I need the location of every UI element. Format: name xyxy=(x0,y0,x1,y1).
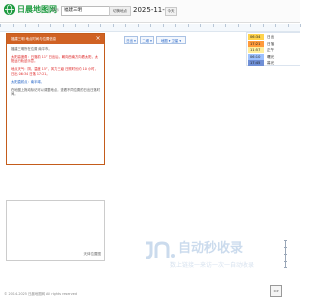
timeline-tick xyxy=(275,24,276,27)
timeline-tick xyxy=(262,24,264,27)
zoom-scale[interactable] xyxy=(284,240,287,268)
place-input[interactable]: 福建三明 xyxy=(61,6,110,16)
close-icon[interactable]: × xyxy=(94,34,102,44)
panel-paragraph: 福建三明所在位置 南平市。 xyxy=(11,47,52,51)
timeline-tick xyxy=(212,24,214,27)
timeline-tick xyxy=(162,24,164,27)
legend-time: 06:34 xyxy=(248,34,264,40)
sun-time-legend: 06:34 日出 17:21 日落 11:57 正午 06:10 曙光 17:4… xyxy=(246,32,300,66)
minimap-label: 天体位置图 xyxy=(83,252,102,256)
legend-row: 06:34 日出 xyxy=(248,34,300,40)
timeline-tick xyxy=(300,24,301,27)
panel-body: 福建三明所在位置 南平市。 太阳高度角：日落前 11° 日出后，朝向西南方向看太… xyxy=(11,47,100,100)
logo-suffix: 提示 xyxy=(52,8,59,12)
legend-time: 17:45 xyxy=(248,60,264,66)
timeline-tick xyxy=(112,24,114,27)
legend-row: 17:21 日落 xyxy=(248,40,300,47)
watermark-title: 自动秒收录 xyxy=(178,241,244,256)
sun-mode-dropdown[interactable]: 日出 ▾ xyxy=(124,36,138,44)
timeline-tick xyxy=(250,24,251,27)
panel-paragraph: 地点天气：阴，温度 15°，风力三级 日照时长约 10 小时，日出 06:34 … xyxy=(11,67,98,76)
legend-label: 日出 xyxy=(267,35,275,39)
legend-row: 06:10 曙光 xyxy=(248,53,300,60)
view-mode-dropdown[interactable]: 二维 ▾ xyxy=(140,36,154,44)
timeline-tick xyxy=(100,24,101,27)
legend-label: 正午 xyxy=(267,48,275,52)
timeline-strip[interactable] xyxy=(0,24,301,32)
timeline-tick xyxy=(50,24,51,27)
watermark-logo-icon xyxy=(145,241,175,259)
globe-icon xyxy=(4,4,15,15)
icp-badge[interactable]: ICP xyxy=(270,285,282,297)
timeline-tick xyxy=(150,24,151,27)
today-button[interactable]: 今天 xyxy=(165,7,177,16)
timeline-tick xyxy=(237,24,239,27)
legend-label: 曙光 xyxy=(267,54,275,59)
footer-text: © 2014-2025 日晨地图网 All rights reserved xyxy=(4,292,78,296)
timeline-tick xyxy=(187,24,189,27)
watermark-subtitle: 数上链接一来访一次一自动收录 xyxy=(170,262,255,269)
timeline-tick xyxy=(0,24,1,27)
legend-time: 17:21 xyxy=(248,40,264,47)
timeline-tick xyxy=(287,24,289,27)
timeline-tick xyxy=(75,24,76,27)
switch-place-button[interactable]: 切换地点 xyxy=(109,6,131,16)
timeline-tick xyxy=(62,24,64,27)
legend-time: 11:57 xyxy=(248,47,264,53)
timeline-tick xyxy=(87,24,89,27)
timeline-tick xyxy=(12,24,14,27)
legend-label: 日落 xyxy=(267,41,275,46)
panel-paragraph: 太阳高度角：日落前 11° 日出后，朝向西南方向看太阳，太阳运行轨迹示意。 xyxy=(11,55,99,64)
map-type-dropdown[interactable]: 地图 ▾ 卫星 ▾ xyxy=(156,36,186,44)
panel-paragraph: 太阳直射点：南半球。 xyxy=(11,79,44,84)
legend-label: 暮光 xyxy=(267,61,275,65)
site-logo[interactable]: 日晨地图网 xyxy=(17,5,57,15)
celestial-minimap[interactable]: 天体位置图 xyxy=(6,200,105,261)
timeline-tick xyxy=(137,24,139,27)
info-panel: 福建三明 地点时间与位置信息 × 福建三明所在位置 南平市。 太阳高度角：日落前… xyxy=(6,33,105,165)
timeline-tick xyxy=(200,24,201,27)
timeline-tick xyxy=(175,24,176,27)
timeline-tick xyxy=(37,24,39,27)
watermark: 自动秒收录 数上链接一来访一次一自动收录 xyxy=(143,241,266,275)
timeline-tick xyxy=(25,24,26,27)
panel-title: 福建三明 地点时间与位置信息 xyxy=(7,34,104,44)
panel-paragraph: 在地图上拖动标记可以调整地点，查看不同位置的日出日落时间。 xyxy=(11,87,101,97)
legend-time: 06:10 xyxy=(248,53,264,60)
timeline-tick xyxy=(225,24,226,27)
legend-row: 17:45 暮光 xyxy=(248,60,300,66)
legend-row: 11:57 正午 xyxy=(248,47,300,53)
timeline-tick xyxy=(125,24,126,27)
